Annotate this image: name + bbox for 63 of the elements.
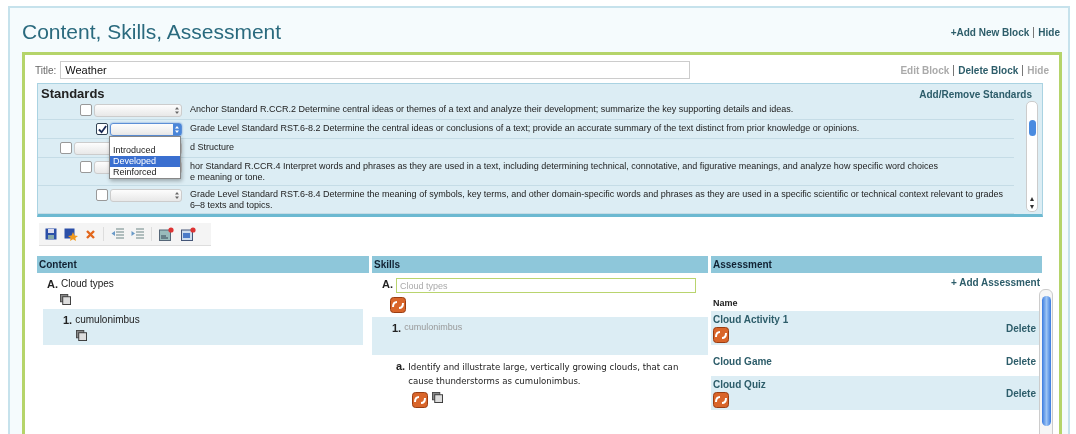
add-remove-standards-link[interactable]: Add/Remove Standards [919,89,1032,100]
column-header: Skills [372,256,708,273]
header-link[interactable]: +Add New Block [950,26,1030,38]
scrollbar[interactable] [1039,289,1053,434]
scrollbar[interactable] [1026,101,1038,212]
skill-description: Identify and illustrate large, vertically growing clouds, that can cause thunderstorms as cumulonimbus. [408,361,680,388]
copy-icon[interactable] [432,392,443,403]
title-field[interactable]: Weather [60,61,691,79]
column-header: Assessment [711,256,1042,273]
field-label: Title: [35,64,57,76]
document-pin-icon[interactable] [159,227,174,241]
delete-link[interactable]: Delete [1006,355,1036,367]
scroll-thumb[interactable] [1041,296,1051,426]
outdent-icon[interactable] [111,228,124,240]
checkbox[interactable] [80,161,92,173]
block-action-link[interactable]: Delete Block [953,64,1019,76]
section-title: Content, Skills, Assessment [22,20,282,44]
delete-icon[interactable] [85,228,96,240]
updown-arrows-icon [173,190,181,201]
updown-arrows-icon [173,105,181,116]
copy-icon[interactable] [76,330,87,341]
document-pin-icon[interactable] [181,227,196,241]
standard-text: Grade Level Standard RST.6-8.4 Determine the meaning of symbols, key terms, and other domain-specific words and phrases as they are used in a specific scientific or technical context relevant to grades 6–8 texts and topics. [190,189,1004,211]
standard-text: Grade Level Standard RST.6-8.2 Determine the central ideas or conclusions of a text; provide an accurate summary of the text distinct from prior knowledge or opinions. [190,123,861,134]
assessment-name[interactable]: Cloud Game [713,355,772,367]
app-icon[interactable] [713,392,729,408]
standard-text: hor Standard R.CCR.4 Interpret words and phrases as they are used in a text, including determining technical, connotative, and figurative meanings, and analyze how specific word choices [190,161,939,172]
app-icon[interactable] [713,327,729,343]
standard-text: d Structure [190,142,236,153]
menu-option[interactable]: Introduced [110,145,180,156]
checkbox[interactable] [80,104,92,116]
assessment-name[interactable]: Cloud Quiz [713,379,766,390]
menu-option[interactable]: Developed [110,156,180,167]
app-icon[interactable] [390,297,406,313]
item-marker: A. [382,278,393,290]
standard-text: e meaning or tone. [190,172,267,183]
save-icon[interactable] [45,228,57,240]
add-assessment-link[interactable]: + Add Assessment [951,277,1040,288]
item-marker: A. [47,278,58,290]
header-link[interactable]: Hide [1033,26,1060,38]
item-marker: 1. [392,322,402,334]
skill-field[interactable]: Cloud types [396,278,696,293]
standard-text: Anchor Standard R.CCR.2 Determine central ideas or themes of a text and analyze their development; summarize the key supporting details and ideas. [190,104,795,115]
menu-option[interactable]: Reinforced [110,167,180,178]
delete-link[interactable]: Delete [1006,388,1036,399]
checkbox[interactable] [60,142,72,154]
content-text: cumulonimbus [75,314,140,325]
column-header: Content [37,256,369,273]
scroll-thumb[interactable] [1028,120,1036,136]
copy-icon[interactable] [60,294,71,305]
skill-text: cumulonimbus [404,322,463,332]
checkbox[interactable] [96,189,108,201]
name-column-header: Name [712,298,739,310]
scroll-arrows-icon[interactable] [1028,195,1036,211]
indent-icon[interactable] [131,228,144,240]
checkbox[interactable] [96,123,108,135]
content-text: Cloud types [61,278,114,289]
assessment-name[interactable]: Cloud Activity 1 [713,314,789,325]
app-icon[interactable] [412,392,428,408]
item-marker: 1. [63,314,73,326]
item-marker: a. [396,360,406,372]
delete-link[interactable]: Delete [1006,323,1036,334]
standards-heading: Standards [41,86,105,101]
